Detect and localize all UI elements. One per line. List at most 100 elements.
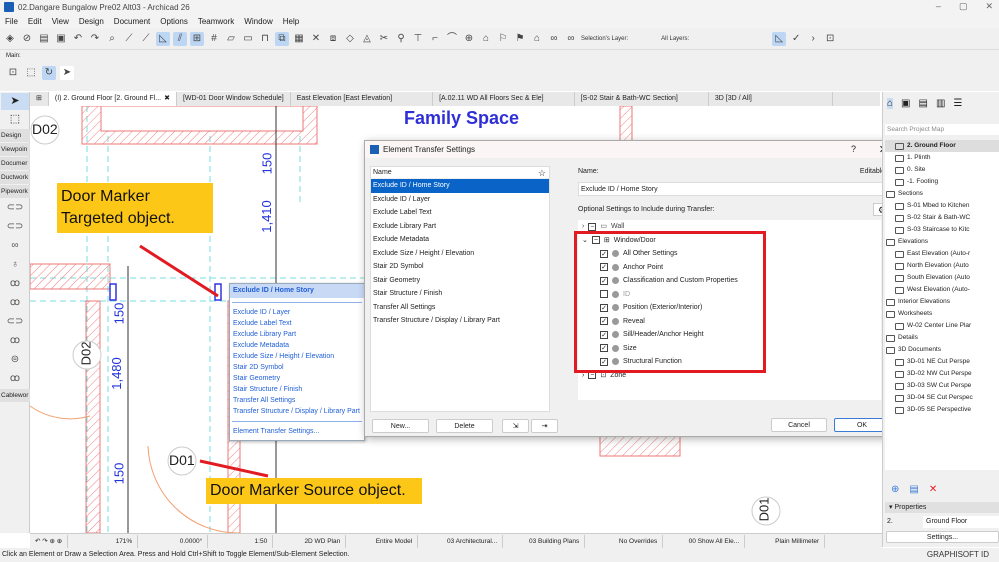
list-item[interactable]: Transfer All Settings <box>371 301 549 315</box>
lock-icon[interactable]: ⊓ <box>258 32 272 46</box>
zoom-value[interactable]: 171% <box>68 534 139 548</box>
pipe-tool-icon[interactable]: ⊂⊃ <box>0 198 30 217</box>
popup-item[interactable]: Exclude ID / Layer <box>230 307 364 318</box>
pipe-fitting-icon[interactable]: ⊂⊃ <box>0 217 30 236</box>
maximize-button[interactable]: ▢ <box>959 1 968 12</box>
door-marker-d01[interactable]: D01 <box>169 452 195 468</box>
project-map-item[interactable]: 3D-02 NW Cut Perspe <box>885 368 999 380</box>
toolbox-group-design[interactable]: Design <box>0 129 30 142</box>
move-icon[interactable]: ◇ <box>343 32 357 46</box>
menu-window[interactable]: Window <box>244 17 272 26</box>
toolbox-group-document[interactable]: Documer <box>0 157 30 170</box>
structure-display-selector[interactable]: Entire Model <box>346 534 419 548</box>
tab-close-icon[interactable]: ✖ <box>164 92 170 106</box>
project-map-item[interactable]: 1. Plinth <box>885 152 999 164</box>
arrow-tool[interactable]: ➤ <box>1 93 29 110</box>
popup-item[interactable]: Stair Geometry <box>230 373 364 384</box>
project-map-item[interactable]: Sections <box>885 188 999 200</box>
split-icon[interactable]: ✕ <box>309 32 323 46</box>
project-map-icon[interactable]: ⌂ <box>887 98 894 109</box>
project-map-item[interactable]: 3D-01 NE Cut Perspe <box>885 356 999 368</box>
project-map-item[interactable]: 3D Documents <box>885 344 999 356</box>
list-item[interactable]: Exclude Size / Height / Elevation <box>371 247 549 261</box>
group-icon[interactable]: ⧈ <box>326 32 340 46</box>
menu-options[interactable]: Options <box>160 17 188 26</box>
popup-item[interactable]: Exclude Library Part <box>230 329 364 340</box>
project-map-item[interactable]: East Elevation (Auto-r <box>885 248 999 260</box>
project-map-item[interactable]: S-02 Stair & Bath-WC <box>885 212 999 224</box>
align-icon[interactable]: ⊤ <box>411 32 425 46</box>
project-map-item[interactable]: W-02 Center Line Plar <box>885 320 999 332</box>
list-item[interactable]: Exclude Label Text <box>371 206 549 220</box>
popup-item[interactable]: Exclude Metadata <box>230 340 364 351</box>
menu-document[interactable]: Document <box>114 17 150 26</box>
equipment-icon[interactable]: ꝏ <box>0 369 30 388</box>
check-icon[interactable]: ✓ <box>789 32 803 46</box>
toolbox-group-pipework[interactable]: Pipework <box>0 185 30 198</box>
house-icon[interactable]: ⌂ <box>530 32 544 46</box>
arrow-icon[interactable]: › <box>806 32 820 46</box>
guide-lines-icon[interactable]: ◺ <box>156 31 170 46</box>
project-map-item[interactable]: West Elevation (Auto- <box>885 284 999 296</box>
project-map-item[interactable]: 3D-05 SE Perspective <box>885 404 999 416</box>
pipe-flow-icon[interactable]: ∞ <box>0 236 30 255</box>
terminal-icon[interactable]: ⊜ <box>0 350 30 369</box>
roof-icon[interactable]: ⌂ <box>479 32 493 46</box>
surface-icon[interactable]: ◬ <box>360 32 374 46</box>
popup-item[interactable]: Transfer All Settings <box>230 395 364 406</box>
tab-layout-grid[interactable]: ⊞ <box>30 92 49 106</box>
curve-icon[interactable]: ⌒ <box>445 32 459 46</box>
add-icon[interactable]: ⊕ <box>891 484 899 495</box>
popup-item-selected[interactable]: Exclude ID / Home Story <box>230 284 364 298</box>
menu-help[interactable]: Help <box>283 17 299 26</box>
pick-icon[interactable]: ⟋ <box>122 32 136 46</box>
story-name-field[interactable]: Ground Floor <box>923 516 999 528</box>
layer-combination-selector[interactable]: 2D WD Plan <box>273 534 347 548</box>
project-map-item[interactable]: South Elevation (Auto <box>885 272 999 284</box>
toolbox-group-ductwork[interactable]: Ductwork <box>0 171 30 184</box>
menu-icon[interactable]: ☰ <box>953 98 962 109</box>
dimension-selector[interactable]: Plain Millimeter <box>745 534 826 548</box>
add-icon[interactable]: ⊕ <box>462 32 476 46</box>
door-marker-d02[interactable]: D02 <box>32 121 58 137</box>
project-map-item[interactable]: Worksheets <box>885 308 999 320</box>
inject-icon[interactable]: ⟋ <box>139 32 153 46</box>
snap-icon[interactable]: ⫽ <box>173 31 187 46</box>
branch-icon[interactable]: ꝏ <box>0 331 30 350</box>
popup-item[interactable]: Stair Structure / Finish <box>230 384 364 395</box>
settings-list-icon[interactable]: ▤ <box>909 484 918 495</box>
menu-edit[interactable]: Edit <box>28 17 42 26</box>
grid-icon[interactable]: # <box>207 32 221 46</box>
tab-all-floors[interactable]: [A.02.11 WD All Floors Sec & Ele] <box>433 92 575 106</box>
tab-ground-floor[interactable]: (I) 2. Ground Floor [2. Ground Fl... ✖ <box>48 92 177 106</box>
list-item[interactable]: Exclude Metadata <box>371 233 549 247</box>
open-icon[interactable]: ▤ <box>37 32 51 46</box>
marquee-icon[interactable]: ⊡ <box>6 66 20 80</box>
menu-file[interactable]: File <box>5 17 18 26</box>
list-item[interactable]: Exclude ID / Layer <box>371 193 549 207</box>
project-map-item[interactable]: Elevations <box>885 236 999 248</box>
popup-item[interactable]: Stair 2D Symbol <box>230 362 364 373</box>
scale-selector[interactable]: 1:50 <box>208 534 274 548</box>
project-map-item[interactable]: Interior Elevations <box>885 296 999 308</box>
pen-icon[interactable]: ⊘ <box>20 32 34 46</box>
project-map-item[interactable]: 2. Ground Floor <box>885 140 999 152</box>
door-marker-d01-right[interactable]: D01 <box>756 498 771 522</box>
toolbox-group-cablework[interactable]: Cablewor <box>0 389 30 402</box>
select-area-icon[interactable]: ⬚ <box>24 66 38 80</box>
guide-icon[interactable]: ◺ <box>772 31 787 46</box>
name-field[interactable]: Exclude ID / Home Story <box>578 182 890 196</box>
project-map-item[interactable]: -1. Footing <box>885 176 999 188</box>
tab-stair-section[interactable]: [S-02 Stair & Bath-WC Section] <box>575 92 709 106</box>
arrow-tool-icon[interactable]: ➤ <box>60 66 74 80</box>
grid-snap-icon[interactable]: ⊞ <box>190 31 204 46</box>
element-transfer-settings-item[interactable]: Element Transfer Settings... <box>230 426 364 437</box>
list-item[interactable]: Exclude Library Part <box>371 220 549 234</box>
name-column-header[interactable]: Name <box>373 169 392 176</box>
layout-book-icon[interactable]: ▤ <box>919 98 928 109</box>
undo-icon[interactable]: ↶ <box>71 32 85 46</box>
new-button[interactable]: New... <box>372 419 429 433</box>
tab-east-elevation[interactable]: East Elevation [East Elevation] <box>291 92 434 106</box>
list-item[interactable]: Stair Geometry <box>371 274 549 288</box>
trace-icon[interactable]: ⧉ <box>275 31 289 46</box>
